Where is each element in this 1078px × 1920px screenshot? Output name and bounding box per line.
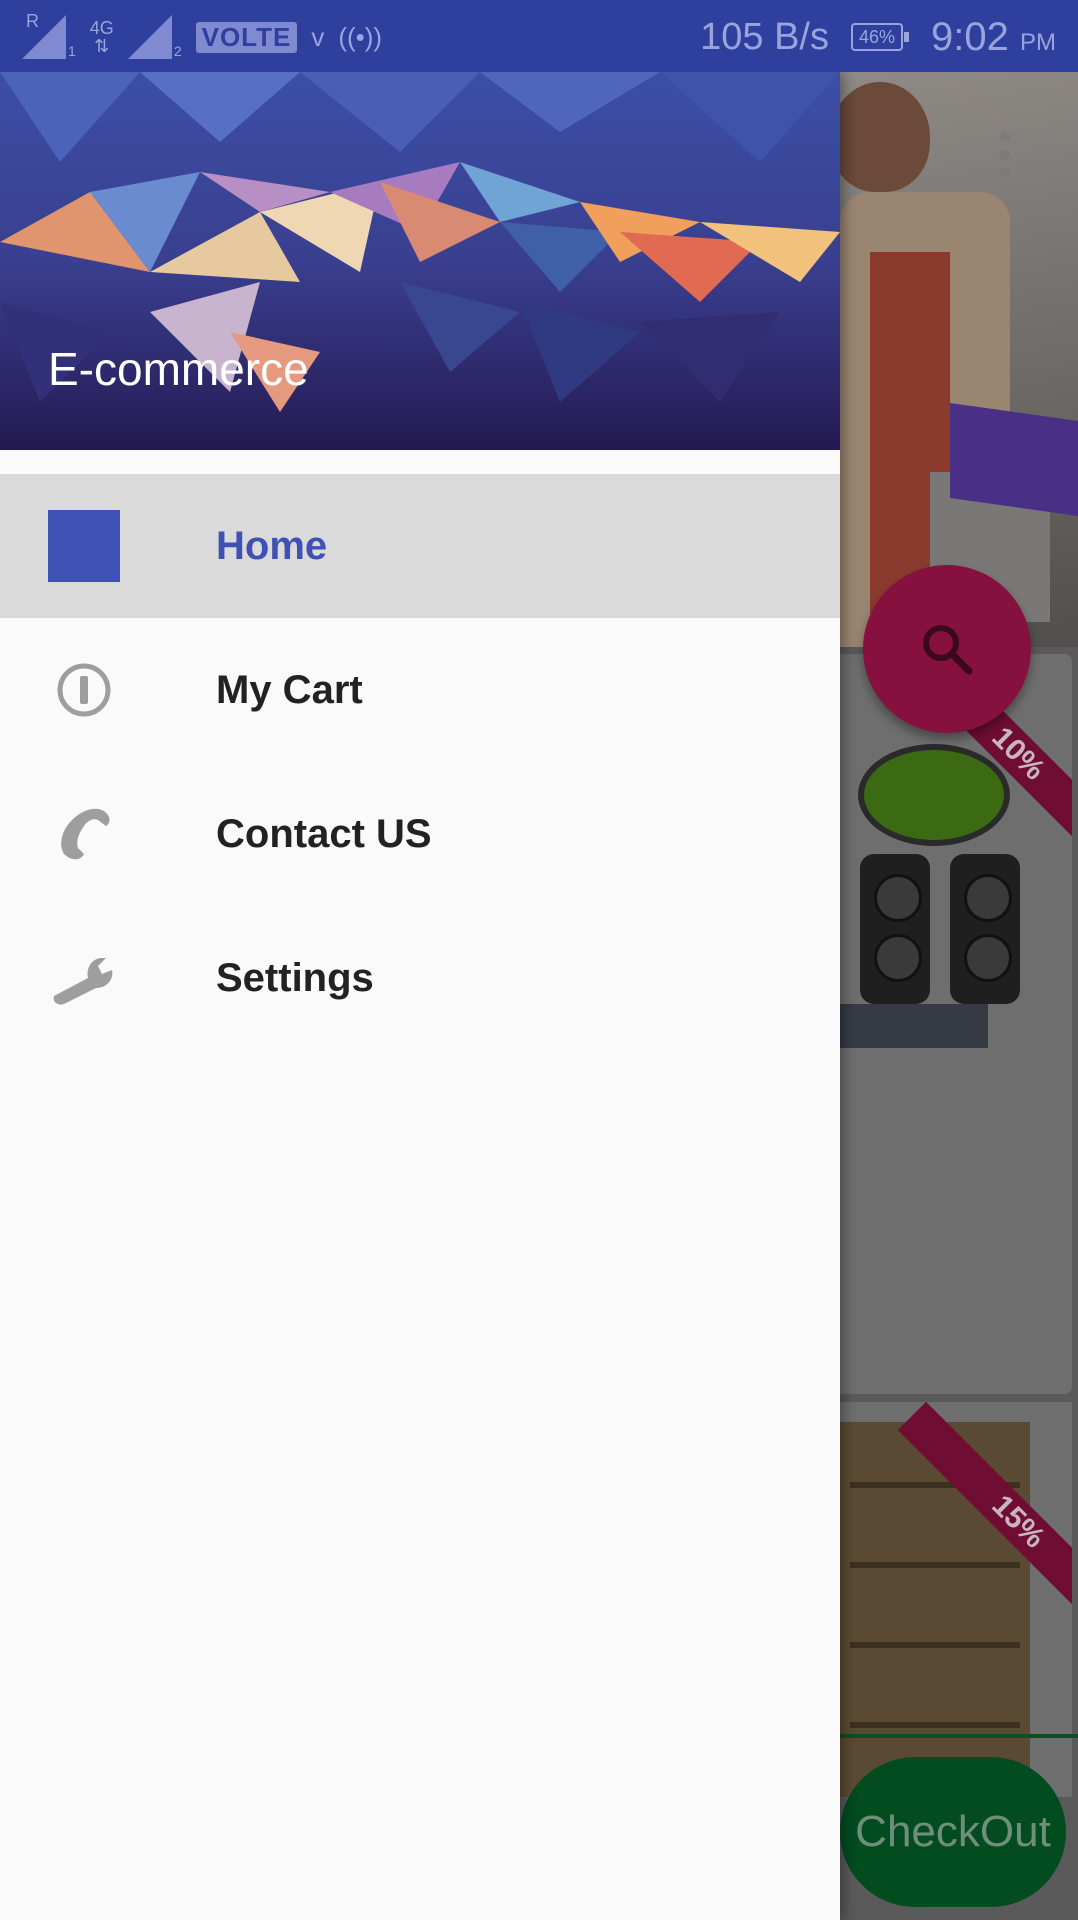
status-icons-right: 105 B/s 46% 9:02 PM bbox=[700, 12, 1056, 62]
menu-item-label: Settings bbox=[216, 955, 374, 1000]
battery-level: 46% bbox=[850, 23, 904, 51]
background-content: 10% 15% CheckOut bbox=[830, 72, 1078, 1920]
sim2-index: 2 bbox=[173, 43, 182, 59]
menu-item-home[interactable]: Home bbox=[0, 474, 840, 618]
speaker-image bbox=[950, 854, 1020, 1004]
roaming-indicator: R bbox=[26, 11, 39, 31]
home-square-icon bbox=[48, 510, 120, 582]
menu-item-label: My Cart bbox=[216, 667, 363, 712]
phone-icon bbox=[48, 798, 120, 870]
battery-icon: 46% bbox=[850, 23, 910, 51]
status-bar: R 1 4G ⇅ 2 VOLTE v ((•)) 105 B/s 46% 9:0… bbox=[0, 0, 1078, 72]
volte-badge: VOLTE bbox=[195, 21, 298, 53]
wrench-icon bbox=[48, 942, 120, 1014]
search-icon bbox=[923, 625, 973, 675]
hotspot-icon: ((•)) bbox=[338, 21, 383, 52]
data-indicator-icon: v bbox=[311, 21, 325, 52]
clock: 9:02 PM bbox=[931, 14, 1056, 59]
sim2-signal-icon: 2 bbox=[127, 15, 182, 59]
search-fab[interactable] bbox=[863, 565, 1031, 733]
checkout-button[interactable]: CheckOut bbox=[840, 1757, 1066, 1907]
mouse-image bbox=[858, 744, 1010, 846]
menu-item-label: Home bbox=[216, 523, 328, 568]
divider bbox=[840, 1734, 1078, 1738]
info-icon bbox=[48, 654, 120, 726]
menu-item-settings[interactable]: Settings bbox=[0, 906, 840, 1050]
hero-banner-image bbox=[830, 72, 1078, 647]
speaker-image bbox=[860, 854, 930, 1004]
menu-item-my-cart[interactable]: My Cart bbox=[0, 618, 840, 762]
overflow-menu-icon[interactable] bbox=[998, 132, 1012, 186]
sim1-signal-icon: R 1 bbox=[22, 11, 76, 59]
network-speed: 105 B/s bbox=[700, 15, 829, 58]
network-type-icon: 4G ⇅ bbox=[89, 18, 114, 56]
app-title: E-commerce bbox=[48, 343, 309, 395]
sim1-index: 1 bbox=[68, 43, 76, 59]
status-icons-left: R 1 4G ⇅ 2 VOLTE v ((•)) bbox=[22, 11, 383, 62]
drawer-header: E-commerce bbox=[0, 72, 840, 450]
menu-item-contact-us[interactable]: Contact US bbox=[0, 762, 840, 906]
navigation-drawer: E-commerce Home My Cart Contact US Setti… bbox=[0, 72, 840, 1920]
drawer-menu: Home My Cart Contact US Settings bbox=[0, 474, 840, 1050]
product-card-electronics[interactable]: 10% bbox=[840, 654, 1072, 1394]
menu-item-label: Contact US bbox=[216, 811, 432, 856]
